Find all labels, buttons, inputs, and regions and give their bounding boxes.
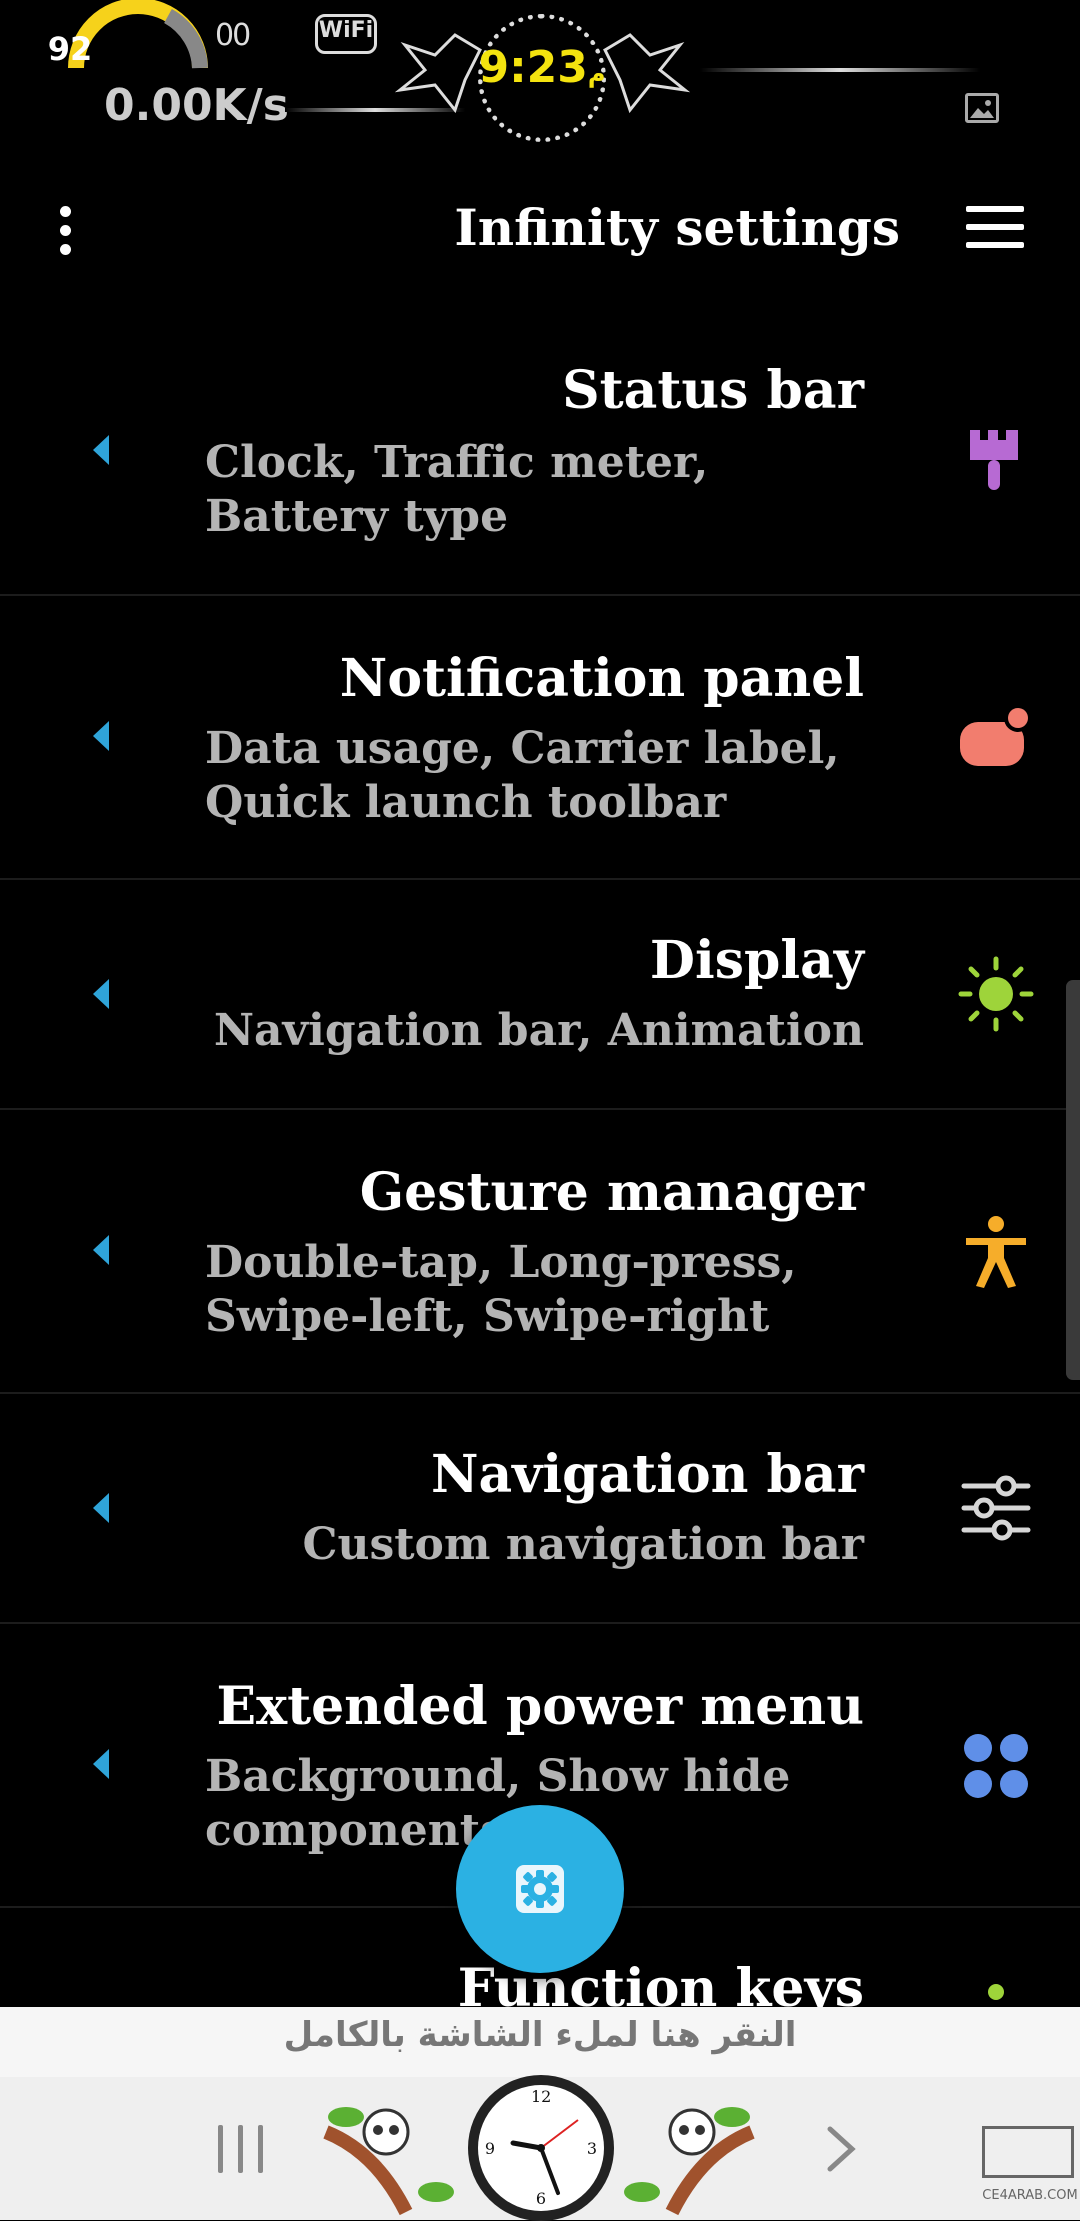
panda-tree-left-icon — [323, 2107, 454, 2216]
paint-brush-icon — [970, 430, 1018, 490]
settings-item-title: Status bar — [562, 360, 864, 421]
site-watermark: CE4ARAB.COM — [980, 2126, 1080, 2206]
settings-item-subtitle: Data usage, Carrier label, Quick launch … — [205, 723, 840, 828]
fullscreen-banner[interactable]: النقر هنا لملء الشاشة بالكامل — [0, 2007, 1080, 2077]
settings-fab-button[interactable] — [456, 1805, 624, 1973]
more-options-icon[interactable] — [45, 200, 85, 260]
site-watermark-text: CE4ARAB.COM — [982, 2188, 1078, 2203]
gear-icon — [516, 1865, 564, 1913]
sliders-icon — [961, 1475, 1031, 1541]
settings-item-subtitle: Double-tap, Long-press, Swipe-left, Swip… — [205, 1237, 797, 1342]
expand-arrow-icon — [93, 721, 109, 751]
expand-arrow-icon — [93, 1235, 109, 1265]
ornament-line-right — [700, 68, 980, 72]
settings-item-notification-panel[interactable]: Notification panel Data usage, Carrier l… — [0, 596, 1080, 880]
notification-badge-icon — [960, 704, 1032, 766]
wifi-icon: WiFi — [315, 14, 377, 54]
expand-arrow-icon — [93, 1749, 109, 1779]
clock-suffix: م — [587, 60, 606, 88]
accessibility-person-icon — [966, 1216, 1026, 1288]
settings-item-title: Notification panel — [339, 648, 864, 709]
settings-item-gesture-manager[interactable]: Gesture manager Double-tap, Long-press, … — [0, 1110, 1080, 1394]
analog-clock-dial: 12 3 6 9 — [478, 2085, 604, 2211]
signal-indicator: 00 — [215, 18, 251, 53]
settings-item-display[interactable]: Display Navigation bar, Animation — [0, 880, 1080, 1110]
settings-item-subtitle: Custom navigation bar — [302, 1519, 864, 1570]
expand-arrow-icon — [93, 435, 109, 465]
app-toolbar: Infinity settings — [0, 170, 1080, 290]
gallery-icon — [965, 93, 999, 123]
sun-icon — [958, 956, 1034, 1032]
settings-item-subtitle: Navigation bar, Animation — [213, 1005, 864, 1056]
settings-item-title: Gesture manager — [359, 1162, 864, 1223]
settings-item-title: Display — [649, 930, 864, 991]
page-title: Infinity settings — [454, 198, 900, 257]
fullscreen-banner-text: النقر هنا لملء الشاشة بالكامل — [283, 2015, 797, 2055]
clock: 9:23م — [478, 42, 606, 93]
status-bar: 92 00 WiFi 0.00K/s 9:23م — [0, 0, 1080, 150]
scrollbar-thumb[interactable] — [1066, 980, 1080, 1380]
analog-clock-widget: 12 3 6 9 — [468, 2075, 614, 2221]
settings-item-status-bar[interactable]: Status bar Clock, Traffic meter, Battery… — [0, 290, 1080, 596]
recents-icon[interactable] — [218, 2125, 264, 2173]
settings-item-navigation-bar[interactable]: Navigation bar Custom navigation bar — [0, 1394, 1080, 1624]
hamburger-menu-icon[interactable] — [966, 206, 1024, 252]
network-speed: 0.00K/s — [104, 80, 289, 131]
panda-tree-right-icon — [624, 2107, 755, 2216]
four-dots-icon — [964, 1734, 1028, 1798]
clock-hands-icon — [510, 2119, 579, 2195]
expand-arrow-icon — [93, 979, 109, 1009]
expand-arrow-icon — [93, 1493, 109, 1523]
site-logo-icon — [982, 2126, 1074, 2178]
settings-item-title: Extended power menu — [216, 1676, 864, 1737]
dragon-right-icon — [603, 33, 690, 114]
clock-time: 9:23 — [478, 42, 588, 93]
settings-item-title: Navigation bar — [430, 1444, 864, 1505]
settings-item-subtitle: Clock, Traffic meter, Battery type — [205, 437, 709, 542]
chevron-right-icon[interactable] — [826, 2125, 856, 2173]
battery-level: 92 — [47, 30, 93, 68]
dragon-left-icon — [395, 33, 482, 114]
